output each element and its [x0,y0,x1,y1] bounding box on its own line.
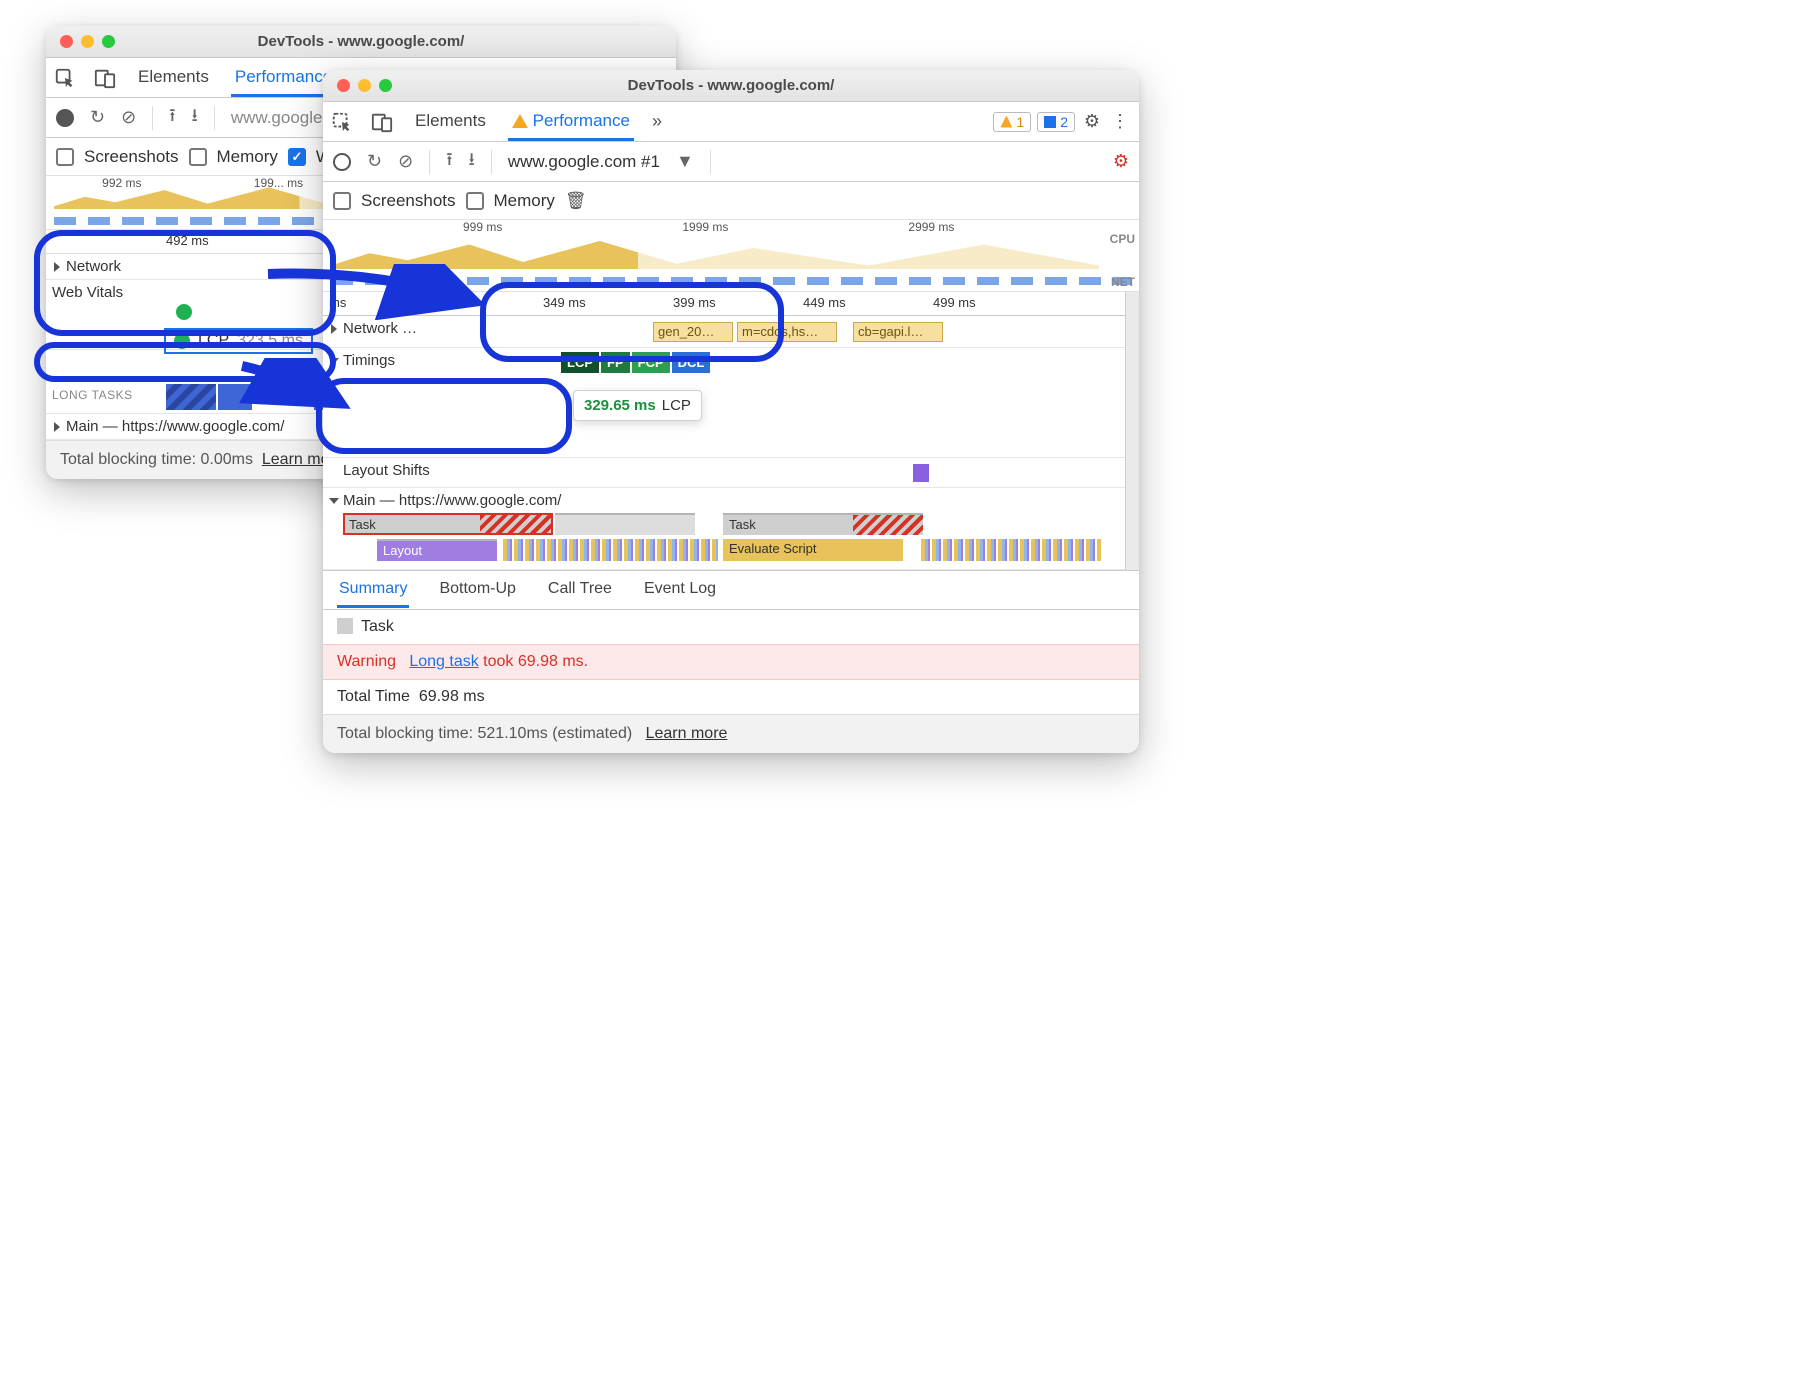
more-tabs-button[interactable]: » [652,111,662,132]
lcp-dot-icon [174,333,190,349]
cpu-mini-chart [331,234,1099,269]
task-block[interactable]: Task [723,513,923,535]
footer: Total blocking time: 521.10ms (estimated… [323,714,1139,753]
upload-button[interactable]: ⭱ [169,103,175,133]
checkbox-memory[interactable] [189,148,207,166]
longtasks-label: LONG TASKS [52,388,133,402]
devtools-window-b: DevTools - www.google.com/ Elements Perf… [323,70,1139,753]
checkbox-memory[interactable] [466,192,484,210]
label-memory: Memory [217,147,278,167]
tab-performance[interactable]: Performance [508,103,634,141]
subtask-stripes [921,539,1101,561]
checkbox-webvitals[interactable] [288,148,306,166]
tab-eventlog[interactable]: Event Log [642,572,718,608]
task-color-swatch [337,618,353,634]
longtask-block[interactable] [166,384,216,410]
total-time-row: Total Time 69.98 ms [323,680,1139,714]
dropdown-icon[interactable]: ▼ [676,151,694,172]
task-block[interactable] [555,513,695,535]
network-request[interactable]: m=cdos,hs… [737,322,837,342]
track-layoutshifts[interactable]: Layout Shifts [323,458,1125,488]
track-timings[interactable]: Timings LCP FP FCP DCL 329.65 msLCP [323,348,1125,458]
lcp-value: 323.5 ms [237,332,303,350]
timing-lcp[interactable]: LCP [561,352,599,373]
timing-dcl[interactable]: DCL [672,352,711,373]
tab-calltree[interactable]: Call Tree [546,572,614,608]
warning-icon [512,114,528,128]
titlebar: DevTools - www.google.com/ [323,70,1139,102]
track-main[interactable]: Main — https://www.google.com/ Task Task… [323,488,1125,570]
summary-tabs: Summary Bottom-Up Call Tree Event Log [323,570,1139,610]
scrollbar[interactable] [1125,292,1139,570]
tbt: Total blocking time: 521.10ms (estimated… [337,725,632,742]
reload-button[interactable]: ↻ [90,107,105,128]
learn-more-link[interactable]: Learn more [646,725,728,742]
tbt: Total blocking time: 0.00ms [60,451,253,468]
webvitals-heading: Web Vitals [52,284,123,301]
record-button[interactable] [333,153,351,171]
options-row: Screenshots Memory 🗑 [323,182,1139,220]
longtask-block[interactable] [218,384,252,410]
clear-button[interactable]: ⊘ [121,107,136,128]
device-toggle-icon[interactable] [94,67,116,89]
timing-fcp[interactable]: FCP [632,352,670,373]
track-network[interactable]: Network … gen_20… m=cdos,hs… cb=gapi.l… [323,316,1125,348]
reload-button[interactable]: ↻ [367,151,382,172]
cpu-label: CPU [1110,232,1135,246]
layout-shift-block[interactable] [913,464,929,482]
timing-fp[interactable]: FP [601,352,630,373]
clear-button[interactable]: ⊘ [398,151,413,172]
capture-settings-icon[interactable]: ⚙ [1113,151,1129,172]
record-button[interactable] [56,109,74,127]
download-button[interactable]: ⭳ [469,147,475,177]
tab-elements[interactable]: Elements [134,59,213,97]
inspect-icon[interactable] [54,67,76,89]
tab-elements[interactable]: Elements [411,103,490,141]
more-menu-icon[interactable] [1109,111,1131,133]
overview-strip[interactable]: 999 ms 1999 ms 2999 ms CPU NET [323,220,1139,292]
delete-icon[interactable]: 🗑 [565,191,587,211]
layout-block[interactable]: Layout [377,539,497,561]
label-memory: Memory [494,191,555,211]
recording-select[interactable]: www.google.com #1 [508,152,660,172]
long-task-link[interactable]: Long task [409,653,478,670]
perf-toolbar: ↻ ⊘ ⭱ ⭳ www.google.com #1 ▼ ⚙ [323,142,1139,182]
lcp-marker-dot[interactable] [176,304,192,320]
subtask-stripes [503,539,718,561]
warning-label: Warning [337,653,396,670]
net-mini-chart [331,277,1131,285]
tab-summary[interactable]: Summary [337,572,409,608]
inspect-icon[interactable] [331,111,353,133]
tab-bottomup[interactable]: Bottom-Up [437,572,517,608]
issues-warning-badge[interactable]: 1 [993,112,1031,132]
net-label: NET [1111,275,1135,289]
label-screenshots: Screenshots [84,147,179,167]
device-toggle-icon[interactable] [371,111,393,133]
network-request[interactable]: gen_20… [653,322,733,342]
download-button[interactable]: ⭳ [192,103,198,133]
upload-button[interactable]: ⭱ [446,147,452,177]
settings-icon[interactable] [1081,111,1103,133]
evaluate-script-block[interactable]: Evaluate Script [723,539,903,561]
tab-performance[interactable]: Performance [231,59,336,97]
checkbox-screenshots[interactable] [333,192,351,210]
lcp-label: LCP [198,332,229,350]
issues-info-badge[interactable]: 2 [1037,112,1075,132]
panel-tabs: Elements Performance » 1 2 [323,102,1139,142]
checkbox-screenshots[interactable] [56,148,74,166]
time-ruler[interactable]: ms 299 ms 349 ms 399 ms 449 ms 499 ms [323,292,1125,316]
network-request[interactable]: cb=gapi.l… [853,322,943,342]
detail-heading: Task [323,610,1139,644]
task-block-selected[interactable]: Task [343,513,553,535]
window-title: DevTools - www.google.com/ [323,77,1139,94]
titlebar: DevTools - www.google.com/ [46,26,676,58]
window-title: DevTools - www.google.com/ [46,33,676,50]
timing-tooltip: 329.65 msLCP [573,390,702,421]
label-screenshots: Screenshots [361,191,456,211]
warning-row: Warning Long task took 69.98 ms. [323,644,1139,680]
